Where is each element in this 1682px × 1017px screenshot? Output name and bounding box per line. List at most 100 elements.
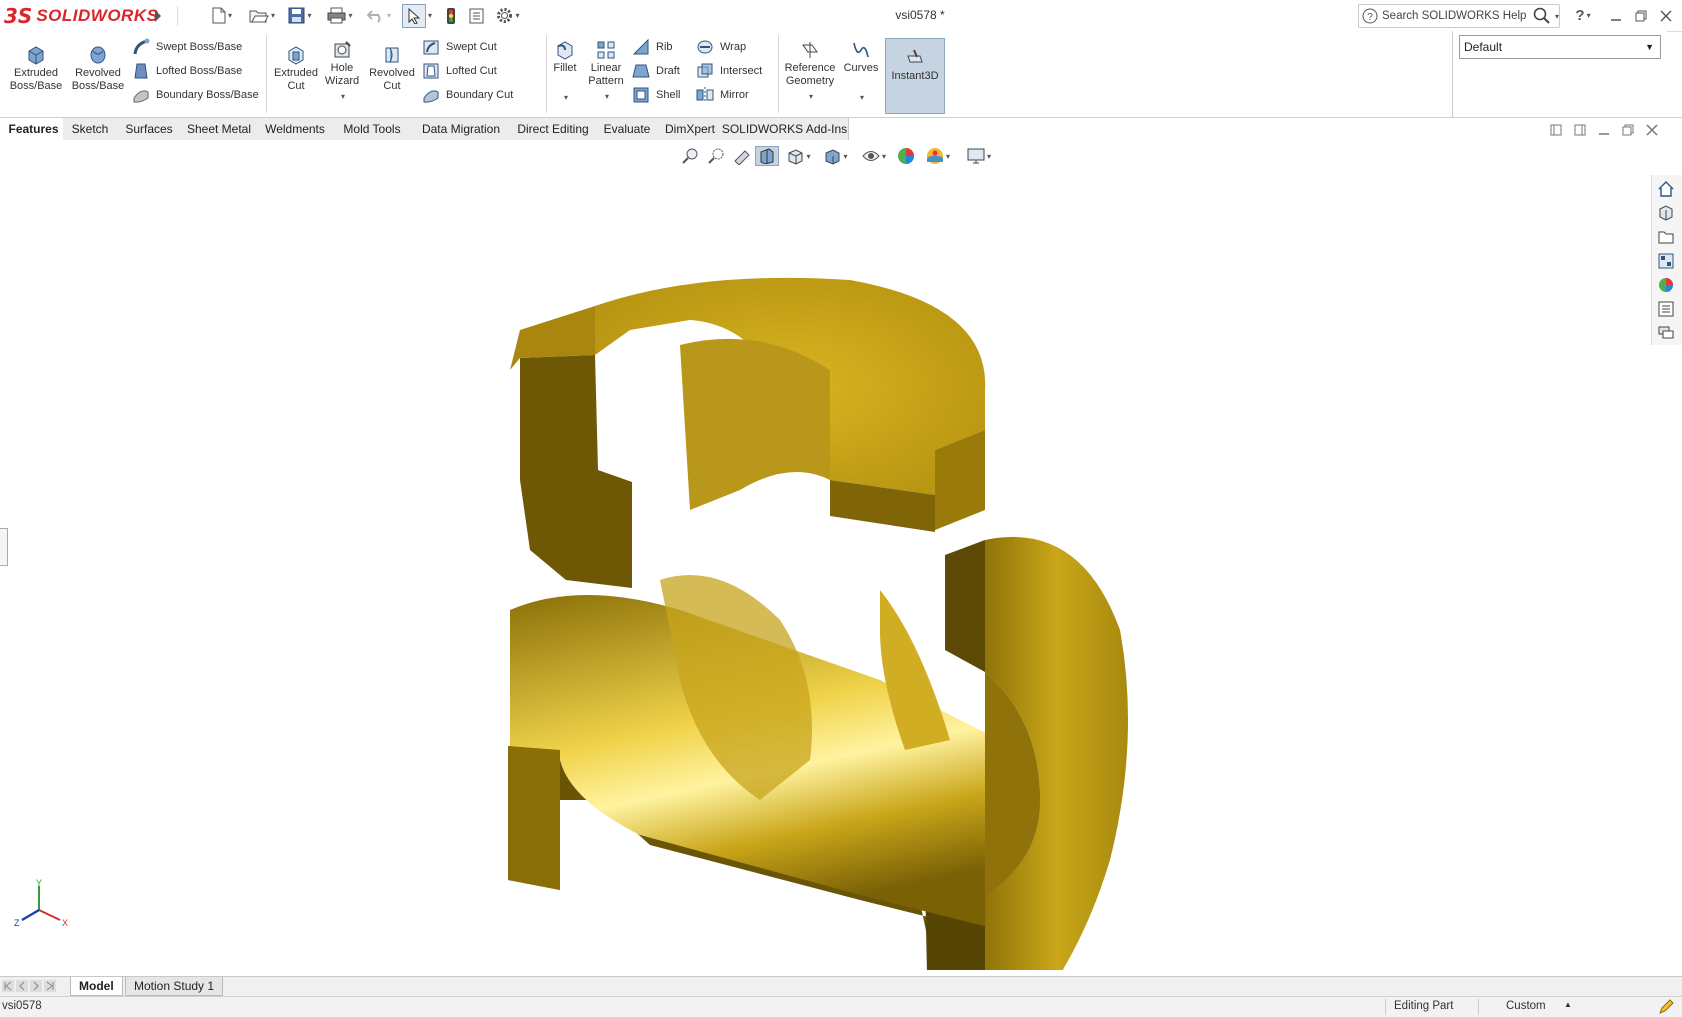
pencil-icon[interactable] (1658, 999, 1674, 1015)
fillet-dropdown-arrow[interactable]: ▾ (564, 91, 568, 104)
instant3d-label: Instant3D (891, 70, 939, 82)
rebuild-button[interactable] (440, 4, 462, 27)
options-gear-icon (497, 8, 513, 23)
tab-direct-editing[interactable]: Direct Editing (511, 118, 596, 140)
tab-motion-study-1[interactable]: Motion Study 1 (125, 977, 224, 996)
tab-sheet-metal[interactable]: Sheet Metal (181, 118, 258, 140)
title-bar: 3S SOLIDWORKS ▾ ▾ ▾ ▾ ▾ ▾ ▾ vsi0578 * ? … (0, 0, 1682, 32)
rib-button[interactable]: Rib (632, 37, 673, 57)
command-manager: Extruded Boss/Base Revolved Boss/Base Sw… (0, 31, 1452, 117)
undo-icon (366, 9, 381, 23)
print-button[interactable]: ▾ (322, 4, 358, 27)
search-help-box[interactable]: ? Search SOLIDWORKS Help ▾ (1358, 4, 1560, 28)
minimize-app-button[interactable] (1605, 4, 1627, 27)
expand-menu-arrow-icon[interactable] (150, 4, 166, 27)
fillet-button[interactable]: Fillet ▾ (550, 40, 580, 104)
options-button[interactable]: ▾ (490, 4, 526, 27)
file-properties-button[interactable] (464, 4, 488, 27)
revolved-boss-button[interactable]: Revolved Boss/Base (68, 45, 128, 93)
group-divider (546, 35, 547, 113)
configuration-select[interactable]: Default ▼ (1459, 35, 1661, 59)
unit-system-select[interactable]: Custom (1506, 1000, 1546, 1012)
hole-wizard-dropdown-arrow[interactable]: ▾ (341, 90, 345, 103)
boundary-boss-button[interactable]: Boundary Boss/Base (132, 85, 259, 105)
extruded-cut-icon (288, 46, 304, 65)
curves-dropdown-arrow[interactable]: ▾ (860, 91, 864, 104)
fillet-label: Fillet (553, 62, 577, 74)
tab-dimxpert[interactable]: DimXpert (659, 118, 722, 140)
swept-cut-button[interactable]: Swept Cut (422, 37, 497, 57)
revolved-cut-button[interactable]: Revolved Cut (367, 45, 417, 93)
group-divider (266, 35, 267, 113)
linear-pattern-icon (597, 41, 615, 59)
prev-tab-arrow-icon[interactable] (16, 980, 28, 992)
help-button[interactable]: ? ▾ (1568, 4, 1598, 27)
intersect-label: Intersect (720, 65, 763, 77)
new-document-icon (212, 7, 226, 24)
next-tab-arrow-icon[interactable] (30, 980, 42, 992)
search-input[interactable]: Search SOLIDWORKS Help (1382, 10, 1533, 22)
graphics-area[interactable] (0, 160, 1682, 970)
last-tab-arrow-icon[interactable] (44, 980, 56, 992)
curves-label: Curves (843, 62, 879, 74)
revolved-cut-label: Revolved Cut (369, 67, 415, 92)
new-document-button[interactable]: ▾ (207, 4, 237, 27)
tab-sketch[interactable]: Sketch (63, 118, 118, 140)
tab-data-migration[interactable]: Data Migration (411, 118, 512, 140)
lofted-cut-button[interactable]: Lofted Cut (422, 61, 497, 81)
unit-system-chevron-up-icon[interactable]: ▲ (1564, 1000, 1572, 1009)
tile-right-icon[interactable] (1574, 124, 1586, 136)
boundary-cut-button[interactable]: Boundary Cut (422, 85, 513, 105)
tab-weldments[interactable]: Weldments (257, 118, 334, 140)
close-app-button[interactable] (1655, 4, 1677, 27)
instant3d-button[interactable]: Instant3D (885, 38, 945, 114)
status-editing-mode: Editing Part (1394, 1000, 1454, 1012)
z-axis (21, 908, 40, 922)
shell-icon (633, 87, 649, 103)
wrap-label: Wrap (720, 41, 747, 53)
search-icon[interactable] (1533, 7, 1551, 25)
group-divider (778, 35, 779, 113)
wrap-button[interactable]: Wrap (696, 37, 746, 57)
draft-button[interactable]: Draft (632, 61, 680, 81)
save-button[interactable]: ▾ (283, 4, 317, 27)
intersect-button[interactable]: Intersect (696, 61, 762, 81)
revolved-boss-icon (90, 46, 106, 64)
linear-pattern-button[interactable]: Linear Pattern ▾ (584, 40, 628, 103)
tab-evaluate[interactable]: Evaluate (595, 118, 660, 140)
minimize-document-icon[interactable] (1598, 124, 1610, 136)
linear-pattern-dropdown-arrow[interactable]: ▾ (605, 90, 609, 103)
select-button[interactable]: ▾ (398, 3, 436, 28)
tab-features[interactable]: Features (4, 118, 64, 140)
tile-left-icon[interactable] (1550, 124, 1562, 136)
restore-app-button[interactable] (1630, 4, 1652, 27)
extruded-boss-label: Extruded Boss/Base (9, 67, 63, 92)
draft-label: Draft (656, 65, 680, 77)
extruded-boss-button[interactable]: Extruded Boss/Base (8, 45, 64, 93)
close-document-icon[interactable] (1646, 124, 1658, 136)
first-tab-arrow-icon[interactable] (2, 980, 14, 992)
lofted-boss-button[interactable]: Lofted Boss/Base (132, 61, 242, 81)
tab-mold-tools[interactable]: Mold Tools (333, 118, 412, 140)
valve-body-model[interactable] (508, 277, 1128, 970)
restore-document-icon[interactable] (1622, 124, 1634, 136)
reference-geometry-icon (802, 42, 818, 58)
solidworks-logo[interactable]: 3S SOLIDWORKS (4, 2, 158, 29)
extruded-cut-button[interactable]: Extruded Cut (270, 45, 322, 93)
tab-surfaces[interactable]: Surfaces (117, 118, 182, 140)
section-face-left (520, 355, 632, 588)
shell-button[interactable]: Shell (632, 85, 680, 105)
undo-button[interactable]: ▾ (362, 4, 396, 27)
swept-boss-button[interactable]: Swept Boss/Base (132, 37, 242, 57)
rib-label: Rib (656, 41, 673, 53)
open-button[interactable]: ▾ (245, 4, 279, 27)
curves-button[interactable]: Curves ▾ (842, 40, 880, 104)
tab-model[interactable]: Model (70, 977, 123, 996)
hole-wizard-button[interactable]: Hole Wizard ▾ (320, 40, 364, 103)
reference-geometry-button[interactable]: Reference Geometry ▾ (782, 40, 838, 103)
reference-geometry-dropdown-arrow[interactable]: ▾ (809, 90, 813, 103)
mirror-button[interactable]: Mirror (696, 85, 749, 105)
lofted-boss-icon (134, 63, 148, 79)
tab-solidworks-add-ins[interactable]: SOLIDWORKS Add-Ins (721, 118, 849, 140)
x-axis (38, 909, 61, 921)
